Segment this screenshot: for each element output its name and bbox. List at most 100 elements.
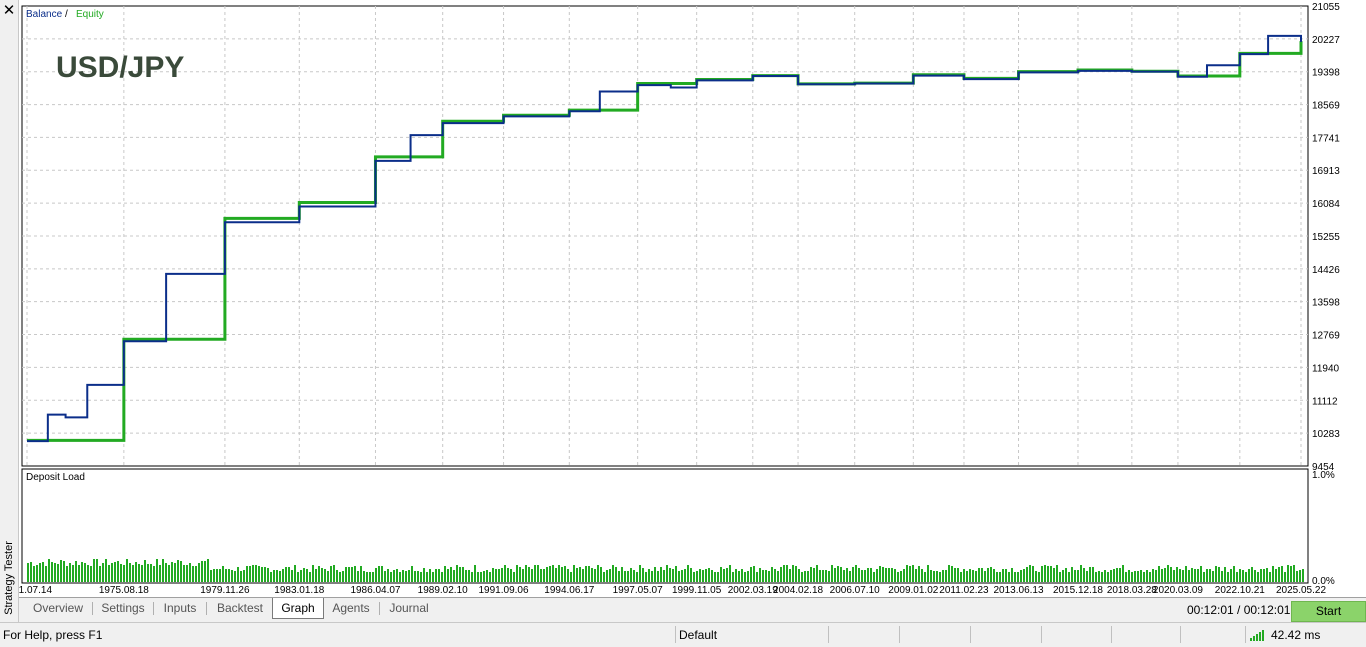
deposit-bar: [189, 563, 191, 582]
deposit-bar: [1212, 571, 1214, 582]
deposit-bar: [378, 566, 380, 582]
deposit-bar: [1155, 570, 1157, 582]
start-button[interactable]: Start: [1291, 601, 1366, 622]
deposit-bar: [1083, 568, 1085, 582]
deposit-bar: [474, 565, 476, 582]
deposit-bar: [663, 570, 665, 582]
deposit-bar: [660, 567, 662, 582]
tab-journal[interactable]: Journal: [382, 598, 436, 618]
deposit-bar: [1008, 572, 1010, 582]
deposit-bar: [48, 559, 50, 582]
deposit-bar: [738, 571, 740, 582]
deposit-bar: [1044, 565, 1046, 582]
deposit-bar: [1293, 565, 1295, 582]
tab-settings[interactable]: Settings: [95, 598, 151, 618]
deposit-bar: [384, 571, 386, 582]
deposit-bar: [1242, 570, 1244, 582]
deposit-bar: [894, 569, 896, 582]
deposit-bar: [39, 563, 41, 582]
deposit-bar: [1125, 572, 1127, 582]
deposit-bar: [1152, 569, 1154, 582]
deposit-bar: [1068, 572, 1070, 582]
deposit-bar: [960, 572, 962, 582]
deposit-bar: [114, 562, 116, 582]
x-tick-label: 2022.10.21: [1215, 585, 1265, 596]
deposit-bar: [1122, 565, 1124, 582]
deposit-bar: [1170, 567, 1172, 582]
status-help-text: For Help, press F1: [3, 628, 103, 642]
deposit-bar: [1110, 570, 1112, 582]
status-profile: Default: [679, 628, 718, 642]
deposit-bar: [1302, 569, 1304, 582]
deposit-bar: [228, 569, 230, 582]
deposit-bar: [387, 569, 389, 582]
close-icon[interactable]: ✕: [2, 2, 16, 18]
tab-overview[interactable]: Overview: [26, 598, 90, 618]
status-divider: [970, 626, 971, 643]
deposit-bar: [618, 571, 620, 582]
deposit-bar: [591, 568, 593, 582]
deposit-bar: [759, 568, 761, 582]
deposit-bar: [471, 572, 473, 582]
deposit-bar: [549, 566, 551, 582]
deposit-bar: [825, 570, 827, 582]
x-tick-label: 1983.01.18: [274, 585, 324, 596]
deposit-bar: [393, 570, 395, 582]
deposit-bar: [753, 566, 755, 582]
tab-graph[interactable]: Graph: [272, 598, 324, 619]
y-tick-label: 10283: [1312, 429, 1340, 440]
tab-backtest[interactable]: Backtest: [209, 598, 271, 618]
x-axis-ticks: 1971.07.14 1975.08.18 1979.11.26 1983.01.18…: [19, 585, 1326, 596]
deposit-bar: [1137, 571, 1139, 582]
deposit-bar: [609, 569, 611, 582]
deposit-bar: [405, 571, 407, 582]
deposit-bar: [318, 566, 320, 582]
deposit-bar: [630, 568, 632, 582]
deposit-bar: [141, 565, 143, 582]
deposit-bar: [747, 571, 749, 582]
deposit-bar: [1098, 571, 1100, 582]
deposit-bar: [1074, 570, 1076, 582]
deposit-bar: [990, 567, 992, 582]
deposit-bar: [399, 572, 401, 582]
x-tick-label: 2009.01.02: [888, 585, 938, 596]
deposit-bar: [453, 570, 455, 582]
status-divider: [1041, 626, 1042, 643]
deposit-bar: [1227, 572, 1229, 582]
deposit-bar: [735, 569, 737, 582]
deposit-bar: [651, 571, 653, 582]
x-tick-label: 2011.02.23: [939, 585, 989, 596]
deposit-bar: [1059, 572, 1061, 582]
deposit-bar: [582, 569, 584, 582]
deposit-bar: [1281, 566, 1283, 582]
deposit-bar: [939, 572, 941, 582]
deposit-bar: [1131, 572, 1133, 582]
tab-agents[interactable]: Agents: [326, 598, 376, 618]
deposit-bar: [588, 566, 590, 582]
deposit-bar: [636, 572, 638, 582]
deposit-bar: [279, 571, 281, 582]
deposit-bar: [540, 569, 542, 582]
deposit-bar: [1284, 572, 1286, 582]
deposit-bar: [1182, 570, 1184, 582]
deposit-bar: [1128, 570, 1130, 582]
tab-inputs[interactable]: Inputs: [156, 598, 204, 618]
deposit-bar: [1092, 567, 1094, 582]
deposit-bar: [1146, 570, 1148, 582]
deposit-bar: [1254, 570, 1256, 582]
deposit-bar: [672, 569, 674, 582]
deposit-bar: [147, 564, 149, 582]
deposit-bar: [1203, 572, 1205, 582]
tab-bar: Overview Settings Inputs Backtest Graph …: [19, 597, 1366, 623]
deposit-bar: [762, 570, 764, 582]
deposit-bar: [444, 566, 446, 582]
deposit-bar: [756, 572, 758, 582]
deposit-bar: [954, 568, 956, 582]
deposit-bar: [702, 570, 704, 582]
deposit-bar: [60, 560, 62, 582]
deposit-bar: [1065, 568, 1067, 582]
deposit-bar: [729, 565, 731, 582]
chart-area: 21055 20227 19398 18569 17741 16913 16084 15255…: [19, 0, 1366, 597]
deposit-bar: [948, 565, 950, 582]
deposit-bar: [570, 572, 572, 582]
